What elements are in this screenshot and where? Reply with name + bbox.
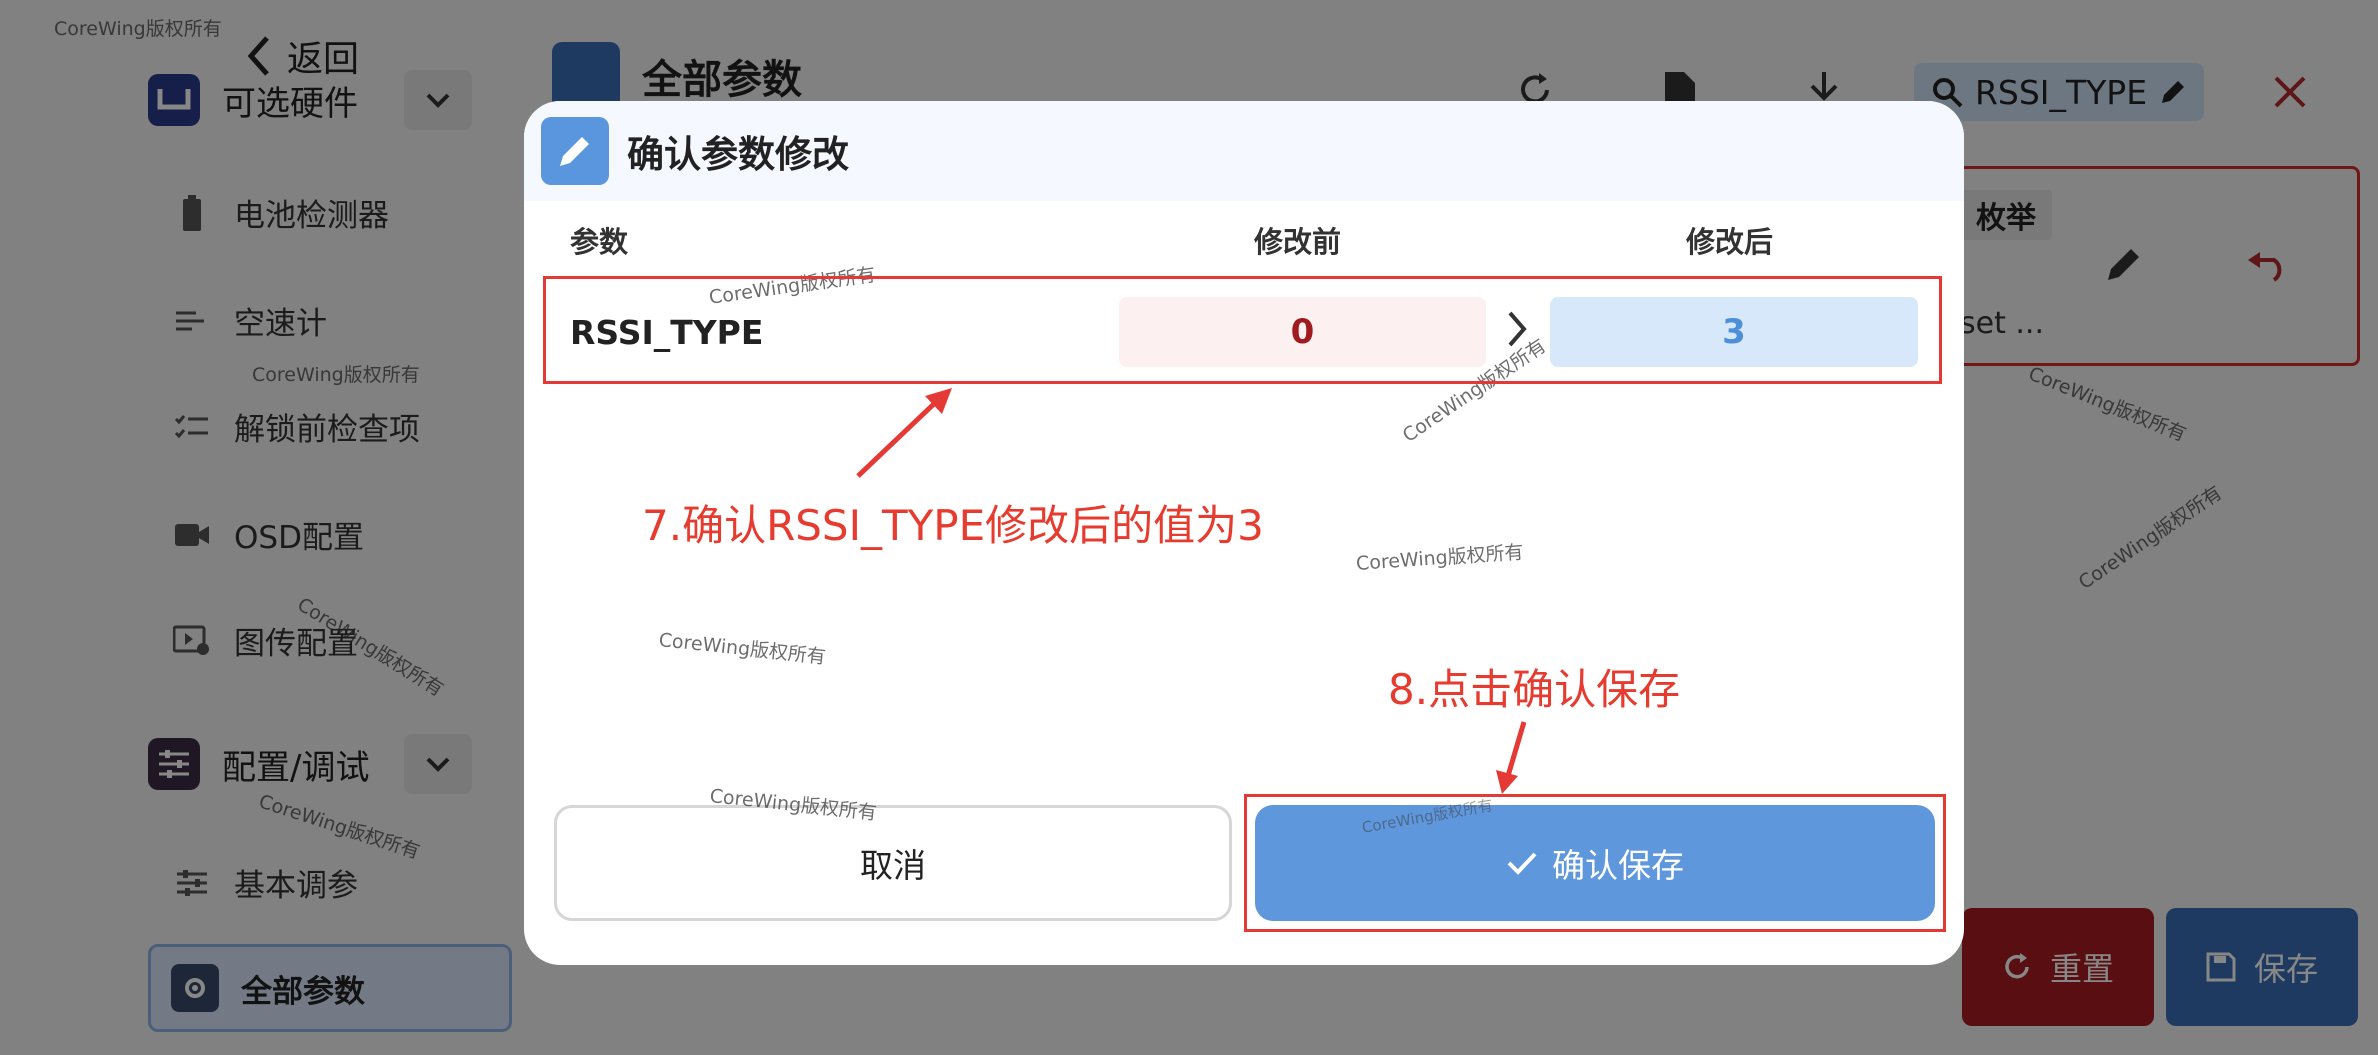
annotation-arrow-step8 <box>1505 721 1527 777</box>
annotation-arrow-step7 <box>856 398 940 478</box>
annotation-step8: 8.点击确认保存 <box>1388 665 1681 714</box>
annotation-arrowhead-step8 <box>1496 770 1518 794</box>
annotation-step7: 7.确认RSSI_TYPE修改后的值为3 <box>642 501 1264 550</box>
